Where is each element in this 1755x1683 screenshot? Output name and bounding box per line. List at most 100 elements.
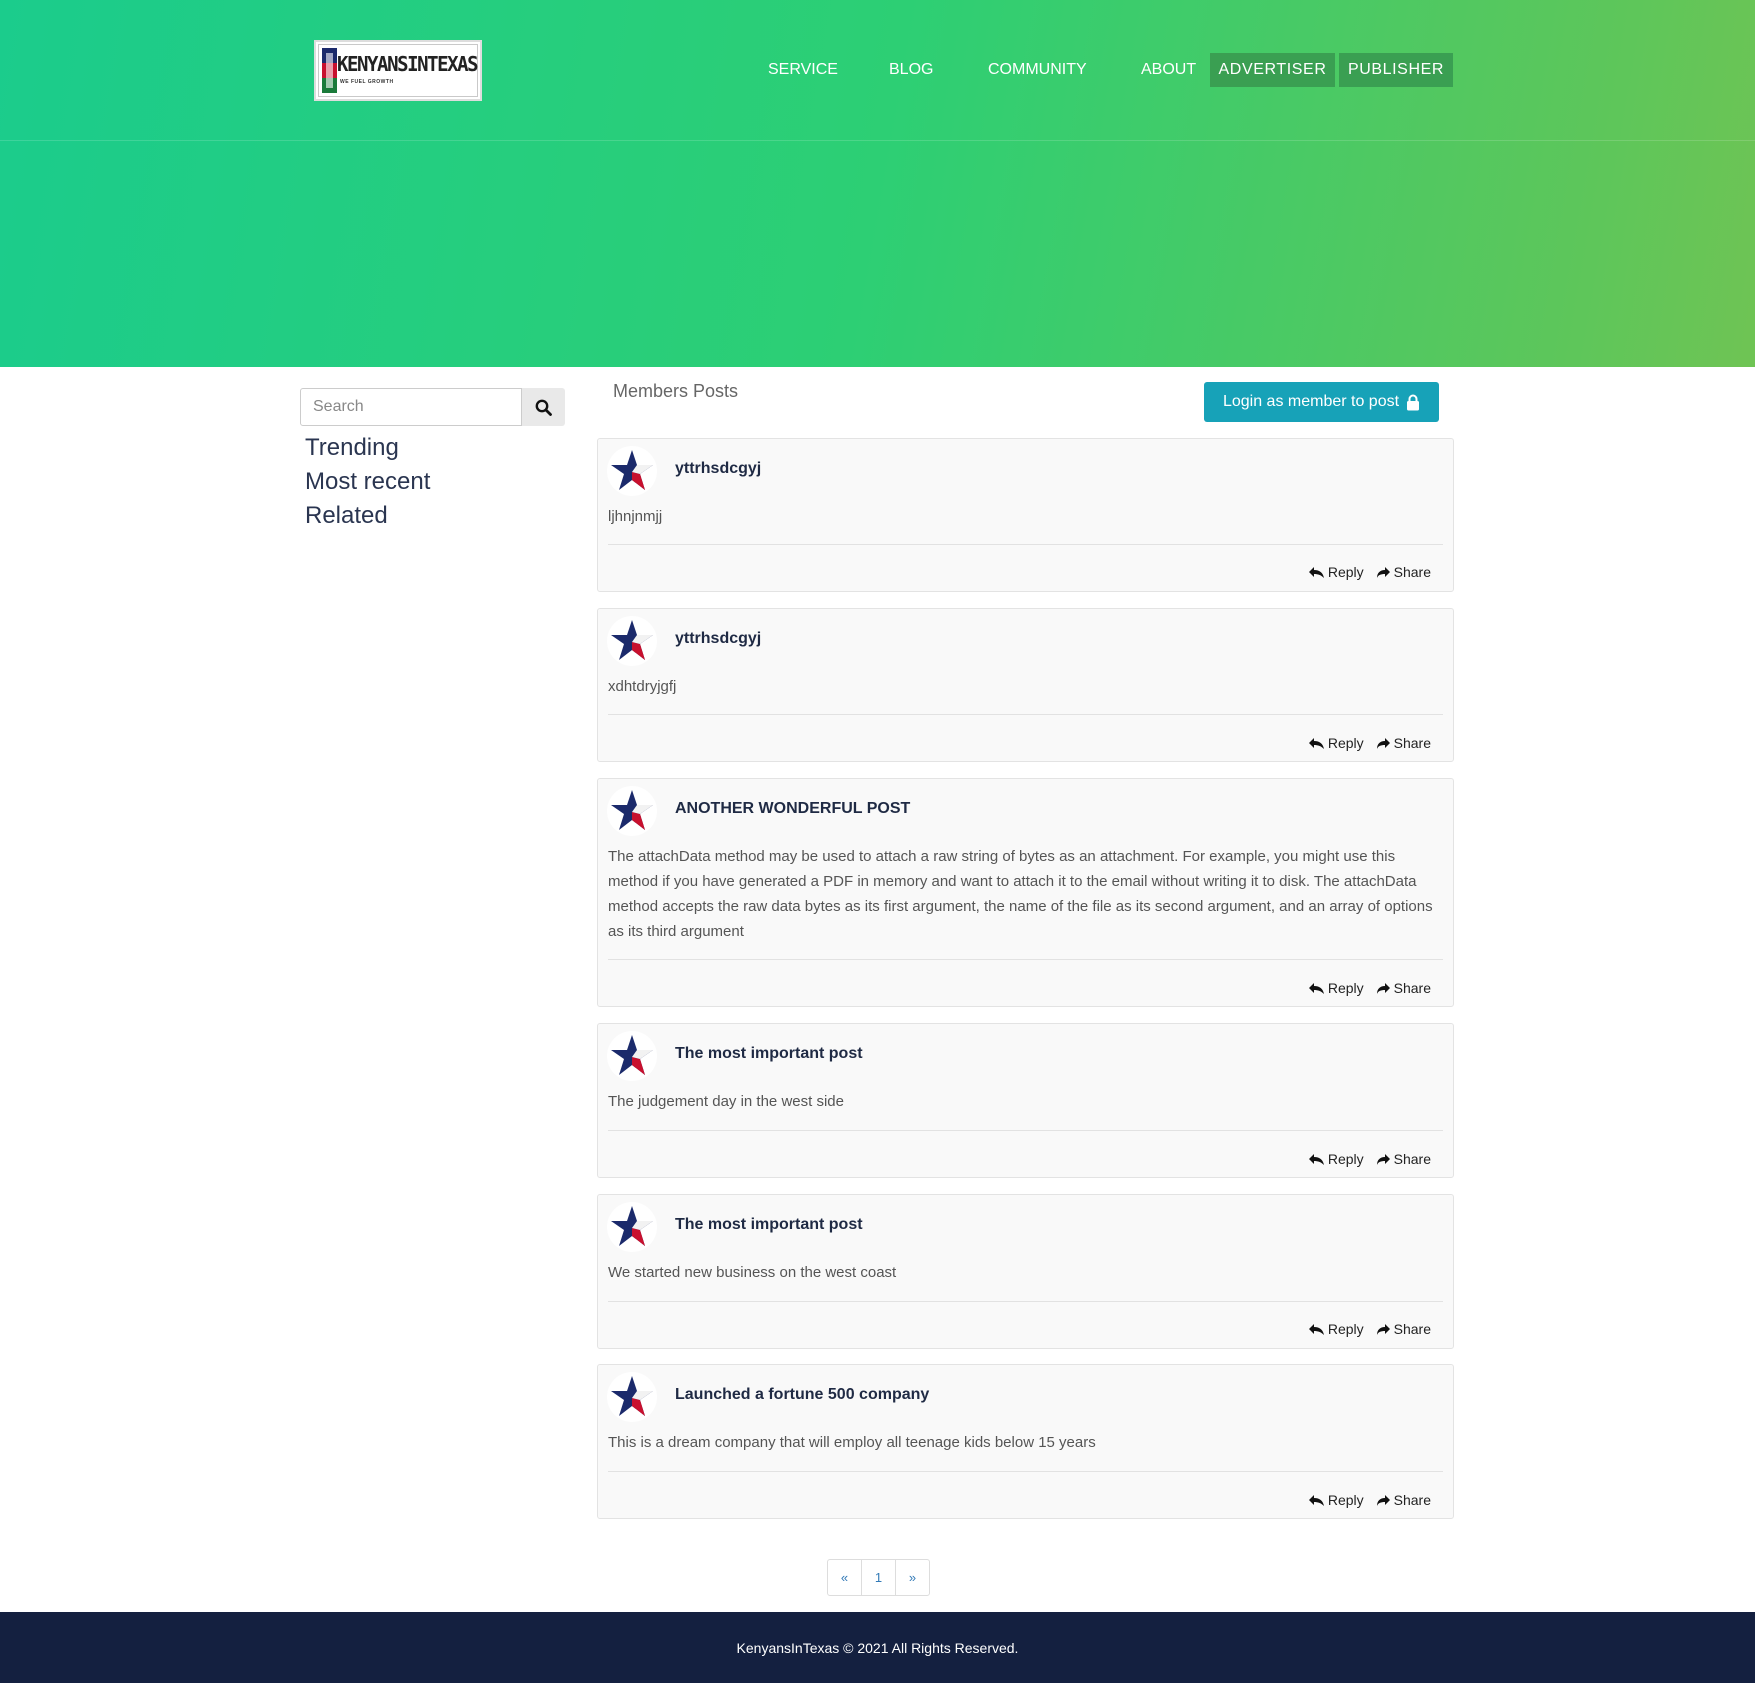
post-title[interactable]: yttrhsdcgyj (675, 460, 761, 478)
post-card: ANOTHER WONDERFUL POST The attachData me… (597, 778, 1454, 1007)
nav-about[interactable]: ABOUT (1141, 61, 1196, 79)
share-button[interactable]: Share (1376, 1151, 1431, 1167)
post-card: yttrhsdcgyj ljhnjnmjj Reply Share (597, 438, 1454, 592)
footer: KenyansInTexas © 2021 All Rights Reserve… (0, 1612, 1755, 1683)
pagination-prev[interactable]: « (828, 1560, 862, 1595)
share-label: Share (1393, 735, 1431, 751)
avatar (607, 1372, 657, 1422)
reply-label: Reply (1327, 1492, 1364, 1508)
share-button[interactable]: Share (1376, 1321, 1431, 1337)
reply-all-icon (1308, 982, 1324, 994)
reply-label: Reply (1327, 564, 1364, 580)
reply-all-icon (1308, 737, 1324, 749)
share-icon (1376, 982, 1390, 994)
nav-blog[interactable]: BLOG (889, 61, 933, 79)
star-avatar-icon (611, 1376, 653, 1416)
post-actions: Reply Share (1308, 1151, 1431, 1167)
post-body: The attachData method may be used to att… (608, 848, 1433, 940)
post-divider (608, 714, 1443, 715)
share-label: Share (1393, 1321, 1431, 1337)
post-body: The judgement day in the west side (608, 1093, 844, 1110)
publisher-button[interactable]: PUBLISHER (1339, 53, 1453, 87)
post-divider (608, 544, 1443, 545)
share-label: Share (1393, 980, 1431, 996)
share-label: Share (1393, 564, 1431, 580)
sidebar-link-related[interactable]: Related (305, 502, 388, 530)
post-card: The most important post We started new b… (597, 1194, 1454, 1349)
reply-all-icon (1308, 1153, 1324, 1165)
post-body: This is a dream company that will employ… (608, 1434, 1096, 1451)
post-title[interactable]: The most important post (675, 1045, 863, 1063)
reply-label: Reply (1327, 980, 1364, 996)
login-to-post-button[interactable]: Login as member to post (1204, 382, 1439, 422)
share-button[interactable]: Share (1376, 735, 1431, 751)
page-title: Members Posts (613, 381, 739, 401)
reply-button[interactable]: Reply (1308, 1321, 1364, 1337)
post-card: yttrhsdcgyj xdhtdryjgfj Reply Share (597, 608, 1454, 762)
reply-label: Reply (1327, 1321, 1364, 1337)
search-form (300, 388, 565, 426)
share-button[interactable]: Share (1376, 564, 1431, 580)
share-icon (1376, 737, 1390, 749)
post-title[interactable]: Launched a fortune 500 company (675, 1386, 929, 1404)
avatar (607, 1031, 657, 1081)
avatar (607, 786, 657, 836)
post-card: The most important post The judgement da… (597, 1023, 1454, 1178)
reply-label: Reply (1327, 1151, 1364, 1167)
sidebar-link-trending[interactable]: Trending (305, 434, 399, 462)
reply-all-icon (1308, 1323, 1324, 1335)
reply-button[interactable]: Reply (1307, 564, 1364, 580)
reply-all-icon (1308, 1494, 1324, 1506)
post-divider (608, 1130, 1443, 1131)
nav-community[interactable]: COMMUNITY (988, 61, 1087, 79)
star-avatar-icon (611, 620, 653, 660)
search-button[interactable] (522, 388, 565, 426)
post-divider (608, 1471, 1443, 1472)
share-icon (1376, 566, 1390, 578)
reply-button[interactable]: Reply (1308, 980, 1364, 996)
pagination-page[interactable]: 1 (862, 1560, 896, 1595)
reply-button[interactable]: Reply (1308, 1151, 1364, 1167)
main-nav: SERVICE BLOG COMMUNITY ABOUT ADVERTISER … (0, 53, 1755, 87)
star-avatar-icon (611, 1035, 653, 1075)
post-body: xdhtdryjgfj (608, 678, 677, 695)
post-title[interactable]: yttrhsdcgyj (675, 630, 761, 648)
star-avatar-icon (611, 450, 653, 490)
share-button[interactable]: Share (1376, 1492, 1431, 1508)
login-button-label: Login as member to post (1222, 393, 1400, 410)
post-title[interactable]: ANOTHER WONDERFUL POST (675, 800, 910, 818)
post-divider (608, 1301, 1443, 1302)
hero-banner: KENYANSINTEXAS WE FUEL GROWTH SERVICE BL… (0, 0, 1755, 367)
advertiser-button[interactable]: ADVERTISER (1210, 53, 1335, 87)
post-body: We started new business on the west coas… (608, 1264, 897, 1281)
reply-button[interactable]: Reply (1308, 735, 1364, 751)
pagination-next[interactable]: » (896, 1560, 929, 1595)
post-actions: Reply Share (1307, 564, 1431, 580)
post-actions: Reply Share (1308, 1492, 1431, 1508)
post-actions: Reply Share (1308, 980, 1431, 996)
post-divider (608, 959, 1443, 960)
pagination: « 1 » (827, 1559, 930, 1596)
nav-service[interactable]: SERVICE (768, 61, 838, 79)
share-icon (1376, 1153, 1390, 1165)
search-icon (535, 399, 552, 416)
lock-icon (1407, 394, 1420, 410)
post-body: ljhnjnmjj (608, 508, 663, 525)
post-actions: Reply Share (1308, 735, 1431, 751)
share-icon (1376, 1494, 1390, 1506)
share-label: Share (1393, 1151, 1431, 1167)
footer-copyright: KenyansInTexas © 2021 All Rights Reserve… (736, 1639, 1019, 1656)
avatar (607, 1202, 657, 1252)
reply-label: Reply (1327, 735, 1364, 751)
search-input[interactable] (300, 388, 522, 426)
share-button[interactable]: Share (1376, 980, 1431, 996)
star-avatar-icon (611, 1206, 653, 1246)
header-divider (0, 140, 1755, 141)
post-title[interactable]: The most important post (675, 1216, 863, 1234)
post-actions: Reply Share (1308, 1321, 1431, 1337)
share-label: Share (1393, 1492, 1431, 1508)
avatar (607, 446, 657, 496)
avatar (607, 616, 657, 666)
reply-button[interactable]: Reply (1308, 1492, 1364, 1508)
sidebar-link-most-recent[interactable]: Most recent (305, 468, 430, 496)
